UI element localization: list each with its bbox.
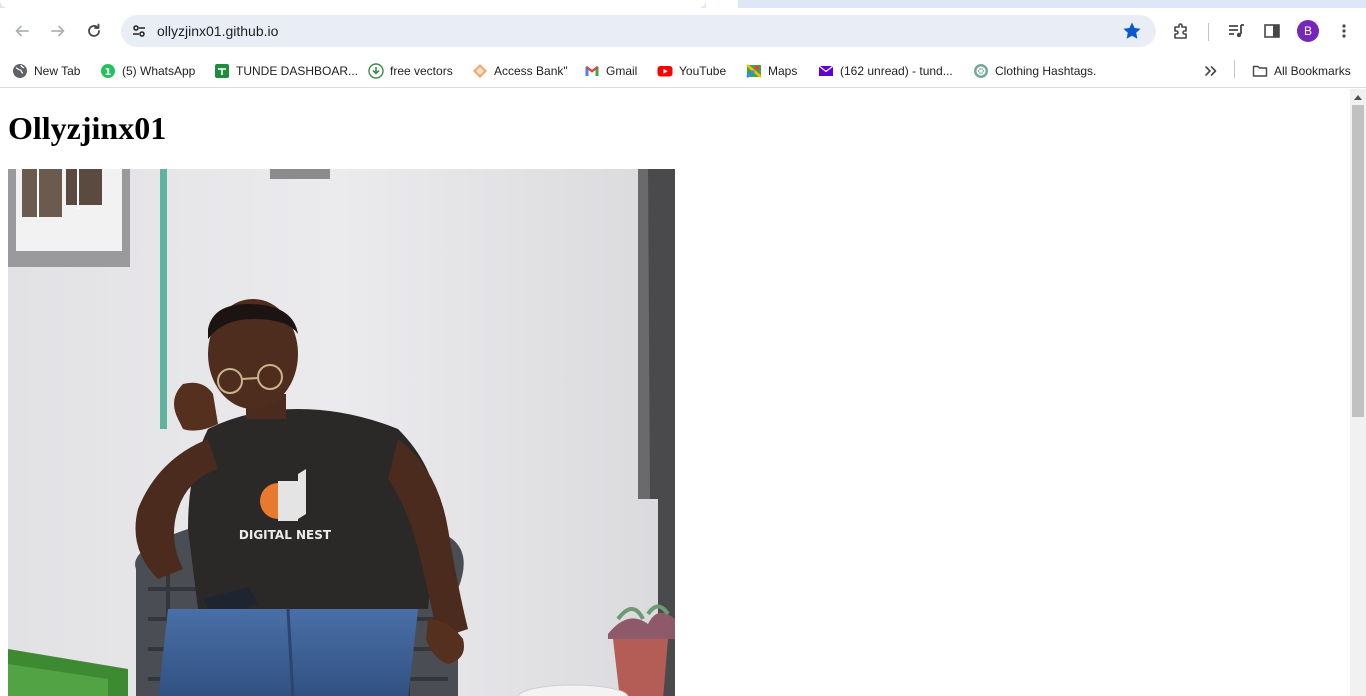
address-bar[interactable]: ollyzjinx01.github.io bbox=[121, 15, 1156, 47]
url-text[interactable]: ollyzjinx01.github.io bbox=[157, 15, 278, 47]
profile-avatar[interactable]: B bbox=[1297, 20, 1319, 42]
bookmark-access-bank[interactable]: Access Bank" bbox=[472, 60, 568, 82]
bookmark-label: New Tab bbox=[34, 64, 81, 78]
tab-strip-gap bbox=[706, 0, 738, 8]
bookmark-unread-mail[interactable]: (162 unread) - tund... bbox=[818, 60, 953, 82]
browser-menu-button[interactable] bbox=[1332, 19, 1356, 43]
queue-music-icon bbox=[1229, 24, 1244, 38]
scroll-thumb[interactable] bbox=[1352, 105, 1364, 417]
all-bookmarks-button[interactable]: All Bookmarks bbox=[1252, 60, 1351, 82]
page-title: Ollyzjinx01 bbox=[8, 110, 167, 146]
bookmark-whatsapp[interactable]: 1 (5) WhatsApp bbox=[100, 60, 195, 82]
page-content: Ollyzjinx01 DIGITAL NEST bbox=[0, 89, 1350, 696]
svg-text:1: 1 bbox=[105, 67, 112, 78]
page-scrollbar[interactable] bbox=[1350, 89, 1366, 696]
maps-icon bbox=[746, 63, 762, 79]
reload-button[interactable] bbox=[79, 16, 109, 46]
arrow-right-icon bbox=[51, 25, 65, 37]
bookmark-label: Maps bbox=[768, 64, 798, 78]
globe-icon bbox=[12, 63, 28, 79]
scroll-up-button[interactable] bbox=[1350, 89, 1366, 105]
bookmark-label: Access Bank" bbox=[494, 64, 568, 78]
forward-button[interactable] bbox=[43, 16, 73, 46]
bookmark-label: Gmail bbox=[606, 64, 638, 78]
inactive-tab[interactable] bbox=[738, 0, 1366, 8]
side-panel-icon bbox=[1264, 24, 1280, 38]
bookmark-label: TUNDE DASHBOAR... bbox=[236, 64, 359, 78]
extensions-button[interactable] bbox=[1170, 19, 1194, 43]
download-icon bbox=[368, 63, 384, 79]
whatsapp-icon: 1 bbox=[100, 63, 116, 79]
bookmarks-divider bbox=[1234, 60, 1235, 78]
tune-icon bbox=[133, 25, 145, 37]
bookmark-free-vectors[interactable]: free vectors bbox=[368, 60, 453, 82]
bookmark-label: (162 unread) - tund... bbox=[840, 64, 953, 78]
active-tab[interactable] bbox=[0, 0, 706, 8]
browser-toolbar: ollyzjinx01.github.io B bbox=[0, 8, 1366, 54]
bookmark-label: YouTube bbox=[679, 64, 727, 78]
mail-icon bbox=[818, 63, 834, 79]
puzzle-icon bbox=[1174, 23, 1187, 39]
back-button[interactable] bbox=[7, 16, 37, 46]
triangle-up-icon bbox=[1354, 95, 1362, 100]
more-vert-icon bbox=[1342, 24, 1346, 38]
bookmarks-bar: New Tab 1 (5) WhatsApp TUNDE DASHBOAR...… bbox=[0, 54, 1366, 88]
bookmark-label: free vectors bbox=[390, 64, 453, 78]
bookmark-tunde-dashboard[interactable]: TUNDE DASHBOAR... bbox=[214, 60, 358, 82]
profile-photo: DIGITAL NEST bbox=[8, 169, 675, 696]
bookmark-label: (5) WhatsApp bbox=[122, 64, 196, 78]
tab-strip bbox=[0, 0, 1366, 8]
bookmark-gmail[interactable]: Gmail bbox=[584, 60, 637, 82]
sheets-icon bbox=[214, 63, 230, 79]
media-controls-button[interactable] bbox=[1224, 19, 1248, 43]
more-bookmarks-button[interactable] bbox=[1203, 60, 1219, 82]
bookmark-star-icon[interactable] bbox=[1122, 21, 1142, 41]
toolbar-divider bbox=[1208, 23, 1209, 41]
bookmark-label: Clothing Hashtags. bbox=[995, 64, 1097, 78]
bookmark-youtube[interactable]: YouTube bbox=[657, 60, 726, 82]
diamond-icon bbox=[472, 63, 488, 79]
gmail-icon bbox=[584, 63, 600, 79]
site-info-button[interactable] bbox=[129, 21, 149, 41]
bookmark-new-tab[interactable]: New Tab bbox=[12, 60, 80, 82]
arrow-left-icon bbox=[15, 25, 29, 37]
chevron-double-right-icon bbox=[1205, 66, 1217, 76]
reload-icon bbox=[88, 23, 100, 37]
folder-icon bbox=[1252, 63, 1268, 79]
bookmark-maps[interactable]: Maps bbox=[746, 60, 797, 82]
chatgpt-icon bbox=[973, 63, 989, 79]
shirt-print-text: DIGITAL NEST bbox=[239, 528, 332, 542]
youtube-icon bbox=[657, 63, 673, 79]
all-bookmarks-label: All Bookmarks bbox=[1274, 64, 1351, 78]
side-panel-button[interactable] bbox=[1260, 19, 1284, 43]
bookmark-clothing-hashtags[interactable]: Clothing Hashtags. bbox=[973, 60, 1096, 82]
